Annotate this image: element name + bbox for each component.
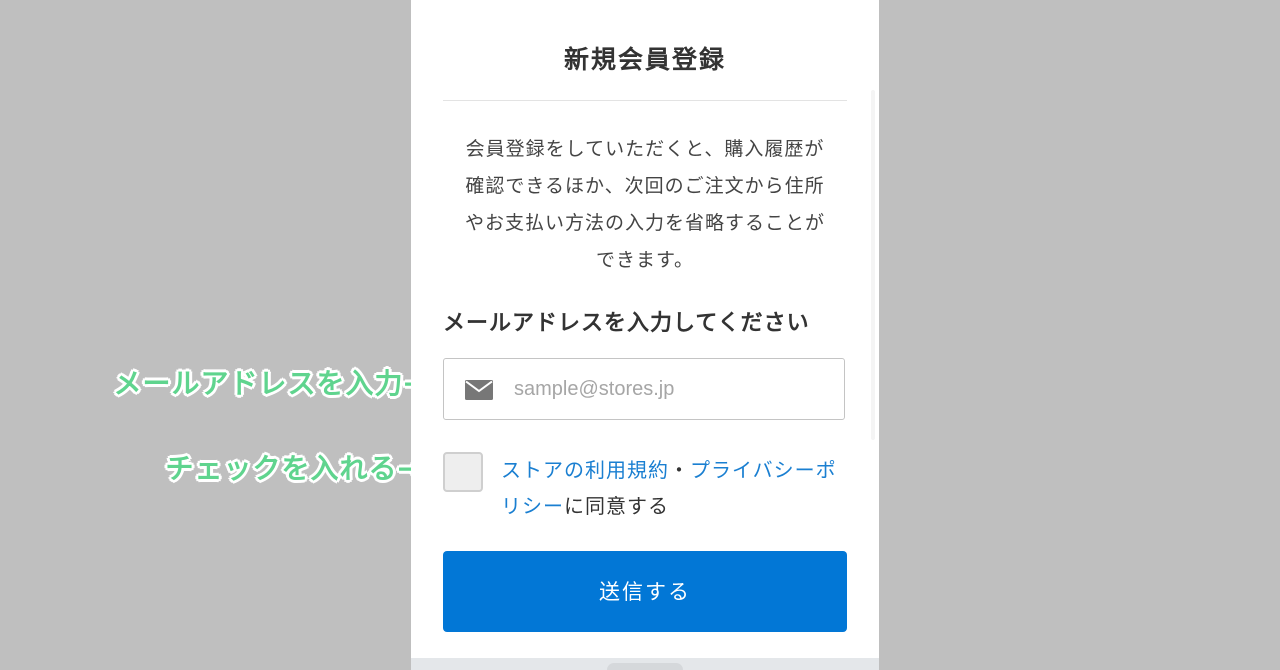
mail-icon [465,380,493,400]
email-field-box[interactable] [443,358,845,420]
agreement-separator: ・ [669,458,690,482]
signup-description: 会員登録をしていただくと、購入履歴が 確認できるほか、次回のご注文から住所 やお… [443,131,847,279]
email-heading: メールアドレスを入力してください [443,311,810,336]
footer-handle [607,663,683,670]
description-line: 会員登録をしていただくと、購入履歴が [465,138,825,160]
title-divider [443,100,847,101]
submit-button[interactable]: 送信する [443,551,847,632]
description-line: やお支払い方法の入力を省略することが [464,212,825,234]
description-line: 確認できるほか、次回のご注文から住所 [465,175,825,197]
agreement-label: ストアの利用規約・プライバシーポリシーに同意する [501,452,851,524]
page-title: 新規会員登録 [563,45,726,74]
screenshot-stage: メールアドレスを入力→ チェックを入れる→ 新規会員登録 会員登録をしていただく… [0,0,1280,670]
email-input[interactable] [514,369,834,409]
description-line: できます。 [595,249,695,271]
terms-link[interactable]: ストアの利用規約 [501,458,669,482]
annotation-email-instruction: メールアドレスを入力→ [113,367,428,400]
scrollbar-track[interactable] [871,90,875,440]
annotation-checkbox-instruction: チェックを入れる→ [165,452,422,485]
signup-panel: 新規会員登録 会員登録をしていただくと、購入履歴が 確認できるほか、次回のご注文… [411,0,879,670]
agree-checkbox[interactable] [443,452,483,492]
panel-footer [411,658,879,670]
agreement-suffix: に同意する [564,494,669,518]
